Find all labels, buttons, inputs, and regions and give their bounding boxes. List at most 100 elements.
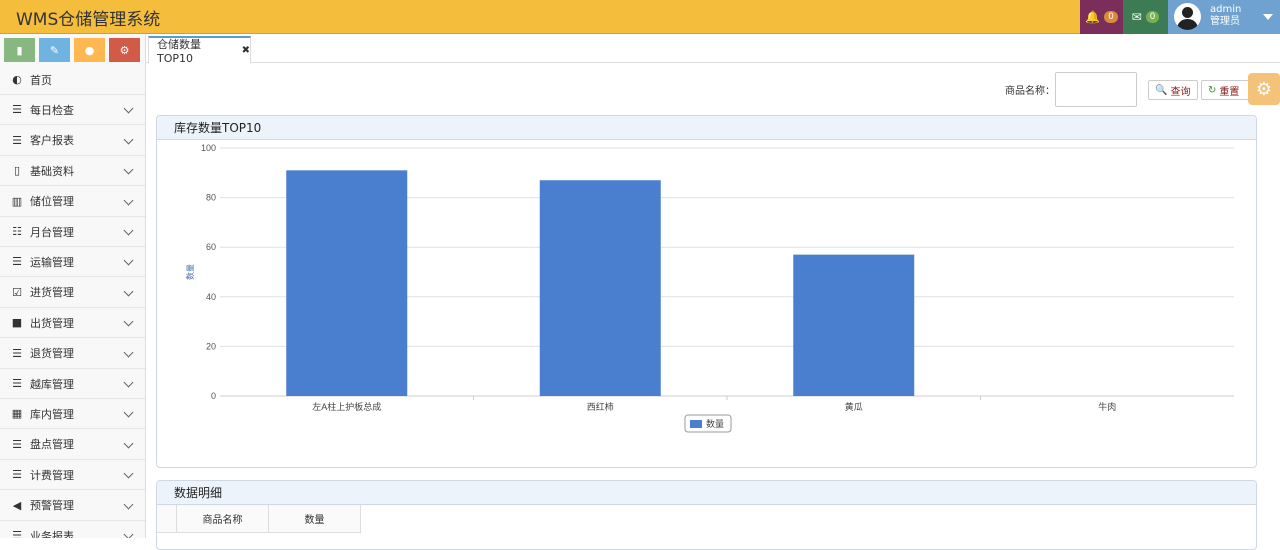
sidebar-item[interactable]: ☰ 越库管理: [0, 369, 145, 399]
sidebar-item-label: 进货管理: [30, 286, 74, 300]
film-icon: ▦: [11, 407, 23, 421]
chevron-down-icon: [123, 468, 134, 479]
caret-down-icon: [1263, 14, 1273, 20]
app-title: WMS仓储管理系统: [16, 10, 161, 30]
user-menu[interactable]: admin 管理员: [1168, 0, 1280, 34]
cogs-icon: ⚙: [119, 43, 130, 57]
sidebar-item[interactable]: ☰ 退货管理: [0, 339, 145, 369]
gear-icon: ⚙: [1255, 78, 1273, 100]
sidebar-item[interactable]: ☰ 客户报表: [0, 126, 145, 156]
messages-button[interactable]: ✉ 0: [1123, 0, 1168, 34]
chevron-down-icon: [123, 316, 134, 327]
y-tick-label: 60: [206, 242, 216, 252]
pencil-icon: ✎: [49, 43, 60, 57]
sidebar-item-label: 预警管理: [30, 499, 74, 513]
notifications-button[interactable]: 🔔 0: [1080, 0, 1123, 34]
tab-label: 仓储数量TOP10: [157, 38, 201, 65]
file-icon: ▯: [13, 164, 21, 178]
user-name: admin: [1210, 4, 1242, 15]
sidebar: ▮ ✎ ● ⚙ ◐ 首页 ☰ 每日检查 ☰ 客户报表 ▯ 基础资料 ▥ 储位管理 ☷ 月台管理 ☰ 运输管…: [0, 34, 146, 538]
notification-count: 0: [1104, 11, 1118, 23]
dashboard-icon: ◐: [12, 73, 22, 86]
chevron-down-icon: [123, 499, 134, 510]
x-tick-label: 牛肉: [1098, 401, 1116, 412]
pencil-button[interactable]: ✎: [39, 38, 70, 62]
sidebar-item-label: 盘点管理: [30, 438, 74, 452]
y-tick-label: 100: [201, 143, 216, 153]
sidebar-item-label: 越库管理: [30, 377, 74, 391]
list-icon: ☰: [12, 346, 22, 360]
chevron-down-icon: [123, 529, 134, 538]
chevron-down-icon: [123, 286, 134, 297]
chevron-down-icon: [123, 347, 134, 358]
sidebar-item-label: 退货管理: [30, 347, 74, 361]
volume-icon: ◀: [12, 498, 22, 512]
search-icon: 🔍: [1155, 84, 1168, 96]
sidebar-item[interactable]: ◐ 首页: [0, 65, 145, 95]
cogs-button[interactable]: ⚙: [109, 38, 140, 62]
list-icon: ☰: [12, 377, 22, 390]
check-square-icon: ☑: [12, 285, 22, 299]
sidebar-item[interactable]: ▯ 基础资料: [0, 156, 145, 187]
tab-storage-top10[interactable]: 仓储数量TOP10 ✖: [148, 36, 251, 65]
bar: [793, 254, 915, 396]
sidebar-item[interactable]: ☰ 计费管理: [0, 460, 145, 491]
sidebar-item-label: 月台管理: [30, 225, 74, 239]
message-count: 0: [1145, 11, 1160, 23]
sidebar-item[interactable]: ☷ 月台管理: [0, 217, 145, 247]
sidebar-item-label: 出货管理: [30, 316, 74, 330]
sidebar-item[interactable]: ◀ 预警管理: [0, 491, 145, 521]
signal-icon: ▮: [16, 43, 23, 57]
bar-chart: 020406080100数量左A柱上护板总成 西红柿 黄瓜 牛肉数量: [185, 143, 1234, 433]
chevron-down-icon: [123, 225, 134, 236]
sidebar-item-label: 业务报表: [30, 529, 74, 539]
tab-bar: 仓储数量TOP10 ✖: [146, 34, 1280, 65]
sidebar-item-label: 库内管理: [30, 407, 74, 421]
sidebar-item[interactable]: ▦ 库内管理: [0, 399, 145, 430]
sidebar-item[interactable]: ☑ 进货管理: [0, 278, 145, 308]
list-icon: ☰: [12, 133, 22, 147]
y-tick-label: 0: [211, 391, 216, 401]
sidebar-item[interactable]: ■ 出货管理: [0, 308, 145, 339]
y-tick-label: 20: [206, 341, 216, 351]
signal-button[interactable]: ▮: [4, 38, 35, 62]
sidebar-item-label: 储位管理: [30, 195, 74, 209]
sidebar-item[interactable]: ☰ 盘点管理: [0, 430, 145, 460]
sidebar-item[interactable]: ☰ 每日检查: [0, 95, 145, 126]
building-icon: ▥: [11, 194, 23, 208]
list-icon: ☰: [12, 103, 22, 117]
column-header-quantity[interactable]: 数量: [269, 505, 361, 533]
envelope-icon: ✉: [1131, 10, 1142, 24]
list-icon: ☰: [12, 529, 22, 538]
chevron-down-icon: [123, 377, 134, 388]
chevron-down-icon: [123, 195, 134, 206]
bar: [286, 170, 408, 396]
bar: [539, 180, 661, 396]
list-icon: ☰: [12, 255, 22, 269]
sidebar-item[interactable]: ☰ 运输管理: [0, 247, 145, 278]
y-axis-label: 数量: [185, 264, 195, 280]
main-content: 商品名称： 🔍 查询 ↻ 重置 ⚙ 库存数量TOP10 0 20 40 60 80 100…: [156, 63, 1280, 550]
sidebar-item-label: 计费管理: [30, 468, 74, 482]
th-list-icon: ☷: [12, 225, 22, 238]
sidebar-item[interactable]: ☰ 业务报表: [0, 521, 145, 539]
avatar: [1174, 3, 1201, 30]
chart-panel-title: 库存数量TOP10: [157, 116, 1256, 140]
product-name-input[interactable]: [1055, 72, 1137, 107]
column-header-product[interactable]: 商品名称: [177, 505, 269, 533]
query-button[interactable]: 🔍 查询: [1148, 80, 1198, 100]
detail-panel-title: 数据明细: [157, 481, 1256, 505]
users-button[interactable]: ●: [74, 38, 105, 62]
settings-gear-button[interactable]: ⚙: [1248, 73, 1280, 105]
y-tick-label: 40: [206, 292, 216, 302]
sidebar-item-label: 客户报表: [30, 134, 74, 148]
chevron-down-icon: [123, 134, 134, 145]
reset-label: 重置: [1219, 86, 1240, 98]
detail-panel: 数据明细 商品名称 数量: [156, 480, 1257, 550]
users-icon: ●: [84, 43, 95, 57]
legend-swatch: [690, 420, 702, 428]
close-icon[interactable]: ✖: [242, 45, 250, 56]
top-header: WMS仓储管理系统 🔔 0 ✉ 0 admin 管理员: [0, 0, 1280, 34]
sidebar-item[interactable]: ▥ 储位管理: [0, 187, 145, 217]
truck-icon: ■: [11, 316, 23, 330]
